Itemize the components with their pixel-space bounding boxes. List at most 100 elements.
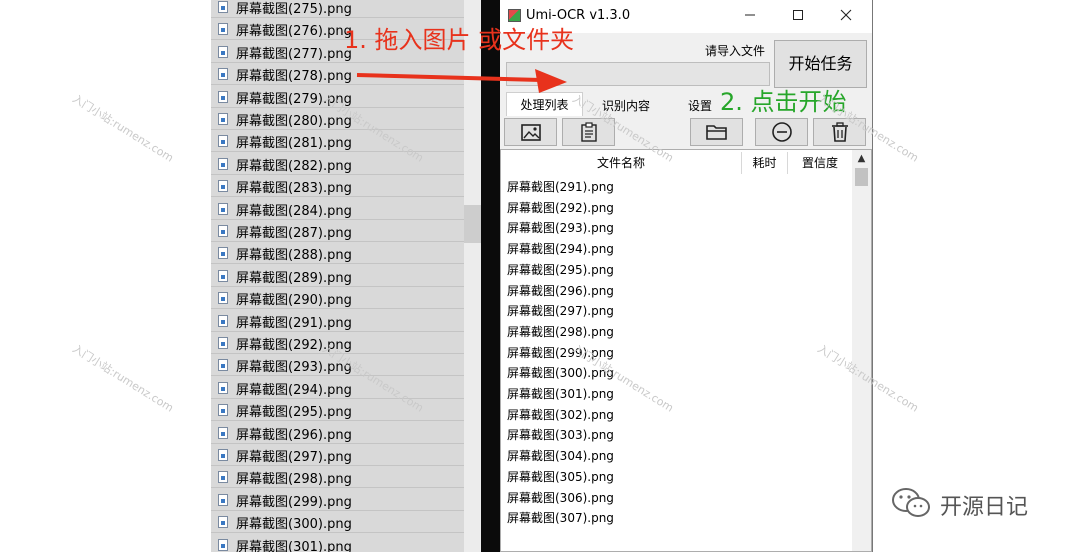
png-file-icon xyxy=(218,180,228,193)
table-scroll-thumb[interactable] xyxy=(855,168,868,186)
table-row[interactable]: 屏幕截图(301).png xyxy=(507,385,614,402)
table-row[interactable]: 屏幕截图(303).png xyxy=(507,426,614,443)
png-file-icon xyxy=(218,247,228,260)
explorer-file-row[interactable]: 屏幕截图(296).png xyxy=(211,422,464,444)
scroll-up-icon[interactable]: ▲ xyxy=(852,152,871,166)
explorer-file-row[interactable]: 屏幕截图(290).png xyxy=(211,287,464,310)
file-name: 屏幕截图(288).png xyxy=(236,248,352,264)
column-header-filename[interactable]: 文件名称 xyxy=(501,152,741,174)
close-icon xyxy=(840,9,852,21)
explorer-file-row[interactable]: 屏幕截图(299).png xyxy=(211,489,464,511)
minus-circle-icon xyxy=(771,122,792,142)
explorer-file-row[interactable]: 屏幕截图(275).png xyxy=(211,0,464,18)
wechat-logo-icon xyxy=(892,488,930,517)
maximize-button[interactable] xyxy=(774,0,822,33)
table-row[interactable]: 屏幕截图(306).png xyxy=(507,489,614,506)
png-file-icon xyxy=(218,135,228,148)
toolbar xyxy=(500,116,872,148)
file-name: 屏幕截图(278).png xyxy=(236,69,352,85)
table-row[interactable]: 屏幕截图(293).png xyxy=(507,219,614,236)
png-file-icon xyxy=(218,426,228,439)
column-header-confidence[interactable]: 置信度 xyxy=(788,152,852,174)
png-file-icon xyxy=(218,269,228,282)
maximize-icon xyxy=(793,10,803,20)
column-header-time[interactable]: 耗时 xyxy=(742,152,787,174)
watermark: 入门小站:rumenz.com xyxy=(70,92,176,165)
table-scrollbar[interactable]: ▲ xyxy=(852,150,871,551)
explorer-file-row[interactable]: 屏幕截图(297).png xyxy=(211,444,464,466)
table-row[interactable]: 屏幕截图(296).png xyxy=(507,282,614,299)
file-name: 屏幕截图(300).png xyxy=(236,517,352,533)
file-name: 屏幕截图(297).png xyxy=(236,450,352,465)
png-file-icon xyxy=(218,225,228,237)
file-name: 屏幕截图(276).png xyxy=(236,24,352,40)
file-name: 屏幕截图(277).png xyxy=(236,46,352,62)
explorer-file-row[interactable]: 屏幕截图(300).png xyxy=(211,511,464,534)
png-file-icon xyxy=(218,157,228,170)
png-file-icon xyxy=(218,202,228,215)
explorer-file-row[interactable]: 屏幕截图(291).png xyxy=(211,310,464,332)
table-row[interactable]: 屏幕截图(302).png xyxy=(507,406,614,423)
png-file-icon xyxy=(218,471,228,484)
drag-arrow-icon xyxy=(356,69,567,93)
png-file-icon xyxy=(218,45,228,58)
explorer-file-row[interactable]: 屏幕截图(298).png xyxy=(211,466,464,489)
file-name: 屏幕截图(287).png xyxy=(236,226,352,241)
close-button[interactable] xyxy=(822,0,870,33)
explorer-file-row[interactable]: 屏幕截图(287).png xyxy=(211,220,464,242)
png-file-icon xyxy=(218,1,228,13)
explorer-file-row[interactable]: 屏幕截图(284).png xyxy=(211,198,464,220)
start-task-button[interactable]: 开始任务 xyxy=(774,40,867,88)
file-name: 屏幕截图(275).png xyxy=(236,2,352,17)
png-file-icon xyxy=(218,493,228,506)
file-name: 屏幕截图(282).png xyxy=(236,158,352,174)
file-name: 屏幕截图(281).png xyxy=(236,136,352,152)
file-name: 屏幕截图(298).png xyxy=(236,472,352,488)
file-name: 屏幕截图(301).png xyxy=(236,539,352,552)
png-file-icon xyxy=(218,113,228,125)
png-file-icon xyxy=(218,381,228,394)
file-name: 屏幕截图(294).png xyxy=(236,382,352,398)
file-name: 屏幕截图(295).png xyxy=(236,405,352,421)
explorer-file-row[interactable]: 屏幕截图(288).png xyxy=(211,242,464,265)
explorer-file-row[interactable]: 屏幕截图(281).png xyxy=(211,130,464,153)
file-name: 屏幕截图(290).png xyxy=(236,293,352,309)
table-row[interactable]: 屏幕截图(305).png xyxy=(507,468,614,485)
table-row[interactable]: 屏幕截图(298).png xyxy=(507,323,614,340)
table-row[interactable]: 屏幕截图(291).png xyxy=(507,178,614,195)
table-row[interactable]: 屏幕截图(297).png xyxy=(507,302,614,319)
png-file-icon xyxy=(218,337,228,349)
explorer-file-row[interactable]: 屏幕截图(294).png xyxy=(211,377,464,399)
explorer-file-row[interactable]: 屏幕截图(289).png xyxy=(211,265,464,287)
table-row[interactable]: 屏幕截图(304).png xyxy=(507,447,614,464)
open-folder-button[interactable] xyxy=(690,118,743,146)
explorer-file-row[interactable]: 屏幕截图(282).png xyxy=(211,153,464,175)
image-icon xyxy=(520,124,541,141)
watermark: 入门小站:rumenz.com xyxy=(70,342,176,415)
png-file-icon xyxy=(218,359,228,372)
table-row[interactable]: 屏幕截图(294).png xyxy=(507,240,614,257)
png-file-icon xyxy=(218,314,228,327)
table-row[interactable]: 屏幕截图(295).png xyxy=(507,261,614,278)
png-file-icon xyxy=(218,90,228,103)
png-file-icon xyxy=(218,516,228,529)
add-image-button[interactable] xyxy=(504,118,557,146)
png-file-icon xyxy=(218,538,228,551)
png-file-icon xyxy=(218,68,228,81)
png-file-icon xyxy=(218,404,228,417)
png-file-icon xyxy=(218,292,228,305)
minimize-icon xyxy=(745,14,755,16)
footer-brand: 开源日记 xyxy=(940,495,1029,520)
explorer-scroll-thumb[interactable] xyxy=(464,205,481,243)
annotation-step1: 1. 拖入图片 或文件夹 xyxy=(344,26,575,54)
remove-item-button[interactable] xyxy=(755,118,808,146)
explorer-file-row[interactable]: 屏幕截图(283).png xyxy=(211,175,464,198)
file-name: 屏幕截图(291).png xyxy=(236,315,352,331)
file-name: 屏幕截图(296).png xyxy=(236,427,352,443)
minimize-button[interactable] xyxy=(726,0,774,33)
file-name: 屏幕截图(299).png xyxy=(236,494,352,510)
table-row[interactable]: 屏幕截图(307).png xyxy=(507,509,614,526)
table-row[interactable]: 屏幕截图(292).png xyxy=(507,199,614,216)
explorer-file-row[interactable]: 屏幕截图(301).png xyxy=(211,534,464,552)
import-label: 请导入文件 xyxy=(705,44,766,58)
